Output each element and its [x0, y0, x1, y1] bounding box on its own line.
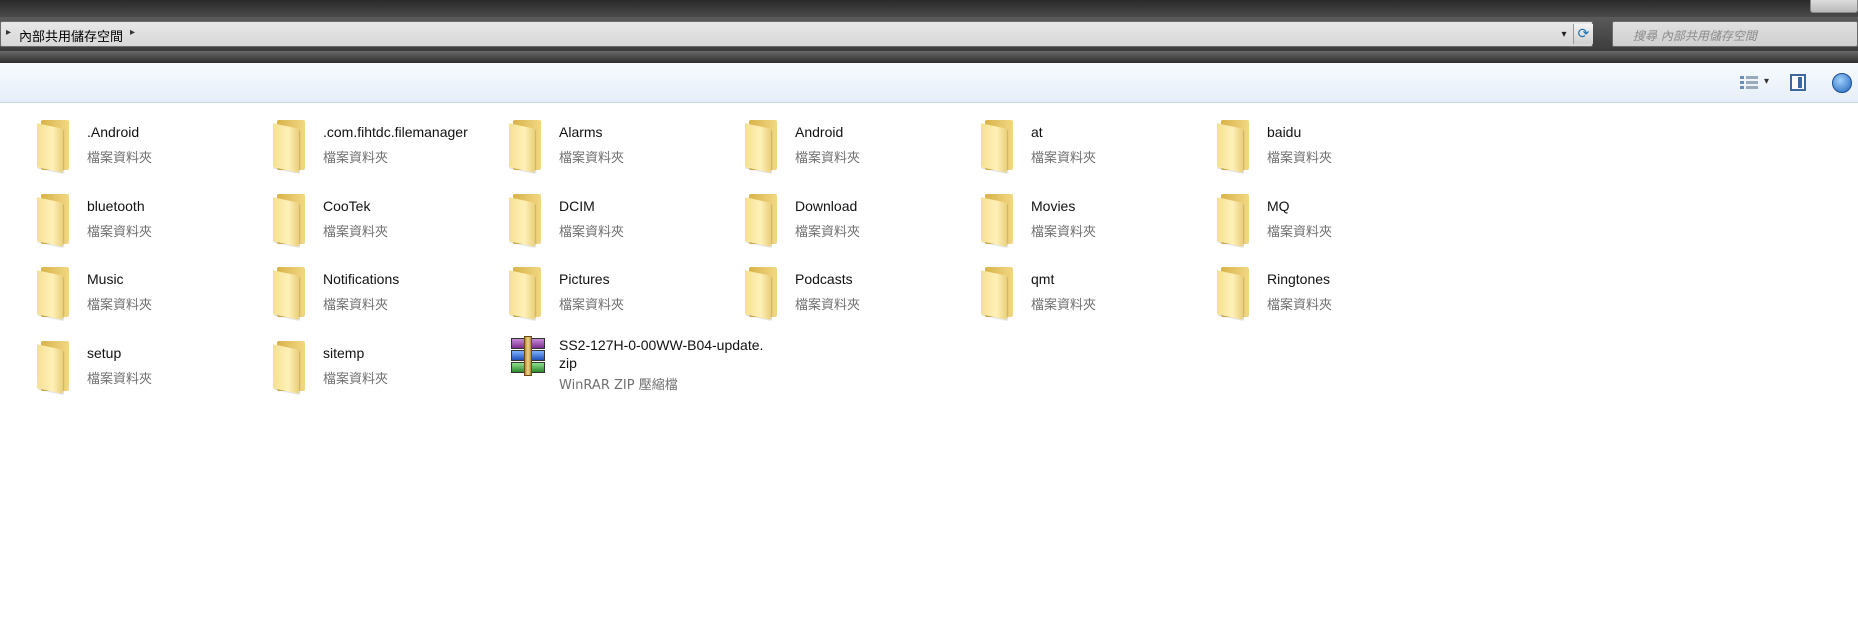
file-list: .Android 檔案資料夾 .com.fihtdc.filemanager 檔… [0, 104, 1858, 624]
item-name: Download [795, 198, 858, 214]
item-type: WinRAR ZIP 壓縮檔 [559, 378, 678, 393]
folder-icon [1217, 194, 1257, 247]
window-control-button[interactable] [1810, 0, 1858, 13]
address-row: ▸ 內部共用儲存空間 ▸ ▾ ⟳ 搜尋 內部共用儲存空間 [0, 17, 1858, 51]
item-type: 檔案資料夾 [323, 298, 389, 313]
folder-item[interactable]: baidu 檔案資料夾 [1217, 116, 1497, 180]
folder-icon [981, 120, 1021, 173]
item-type: 檔案資料夾 [795, 298, 861, 313]
folder-icon [745, 120, 785, 173]
item-name: Ringtones [1267, 271, 1331, 287]
item-name: CooTek [323, 198, 371, 214]
item-name: qmt [1031, 271, 1055, 287]
folder-icon [981, 194, 1021, 247]
item-name: at [1031, 124, 1043, 140]
item-type: 檔案資料夾 [1031, 225, 1097, 240]
archive-item[interactable]: SS2-127H-0-00WW-B04-update. zip WinRAR Z… [509, 336, 789, 406]
item-name: .Android [87, 124, 140, 140]
view-options-icon[interactable] [1740, 75, 1758, 91]
item-name: Music [87, 271, 124, 287]
view-dropdown-chevron-down-icon[interactable]: ▾ [1764, 76, 1769, 87]
folder-icon [1217, 267, 1257, 320]
item-type: 檔案資料夾 [1031, 298, 1097, 313]
refresh-icon[interactable]: ⟳ [1573, 24, 1593, 44]
item-name: Movies [1031, 198, 1076, 214]
item-name: setup [87, 345, 122, 361]
address-history-dropdown-icon[interactable]: ▾ [1556, 26, 1572, 44]
folder-icon [273, 194, 313, 247]
folder-icon [273, 341, 313, 394]
command-bar: ▾ [0, 63, 1858, 103]
item-type: 檔案資料夾 [87, 225, 153, 240]
folder-icon [37, 341, 77, 394]
winrar-archive-icon [509, 336, 549, 376]
title-bar [0, 0, 1858, 17]
item-name: Podcasts [795, 271, 853, 287]
item-name: Notifications [323, 271, 400, 287]
folder-icon [273, 120, 313, 173]
item-name: baidu [1267, 124, 1302, 140]
address-bar[interactable]: ▸ 內部共用儲存空間 ▸ ▾ ⟳ [0, 21, 1593, 47]
folder-item[interactable]: Ringtones 檔案資料夾 [1217, 263, 1497, 327]
search-input[interactable]: 搜尋 內部共用儲存空間 [1612, 21, 1858, 47]
item-type: 檔案資料夾 [87, 372, 153, 387]
item-type: 檔案資料夾 [87, 151, 153, 166]
item-type: 檔案資料夾 [795, 151, 861, 166]
folder-icon [509, 267, 549, 320]
folder-icon [37, 267, 77, 320]
item-type: 檔案資料夾 [559, 225, 625, 240]
item-name-line1: SS2-127H-0-00WW-B04-update. [559, 337, 764, 353]
folder-item[interactable]: MQ 檔案資料夾 [1217, 190, 1497, 254]
breadcrumb-root-arrow-icon[interactable]: ▸ [6, 27, 11, 38]
search-placeholder: 搜尋 內部共用儲存空間 [1633, 29, 1757, 43]
item-type: 檔案資料夾 [87, 298, 153, 313]
item-type: 檔案資料夾 [323, 372, 389, 387]
breadcrumb-current[interactable]: 內部共用儲存空間 [19, 26, 123, 45]
item-name: bluetooth [87, 198, 145, 214]
folder-icon [1217, 120, 1257, 173]
folder-icon [37, 194, 77, 247]
help-icon[interactable] [1832, 73, 1852, 93]
item-type: 檔案資料夾 [323, 151, 389, 166]
item-type: 檔案資料夾 [795, 225, 861, 240]
folder-icon [745, 267, 785, 320]
item-name: MQ [1267, 198, 1290, 214]
item-name: Android [795, 124, 844, 140]
folder-icon [509, 194, 549, 247]
item-type: 檔案資料夾 [1267, 298, 1333, 313]
item-name: Alarms [559, 124, 603, 140]
item-name-line2: zip [559, 355, 577, 371]
item-type: 檔案資料夾 [559, 151, 625, 166]
item-name: Pictures [559, 271, 610, 287]
folder-icon [273, 267, 313, 320]
item-type: 檔案資料夾 [1031, 151, 1097, 166]
divider [0, 51, 1858, 63]
item-name: .com.fihtdc.filemanager [323, 124, 468, 140]
item-name: sitemp [323, 345, 365, 361]
item-name: SS2-127H-0-00WW-B04-update. zip [559, 336, 789, 372]
item-name: DCIM [559, 198, 595, 214]
item-type: 檔案資料夾 [559, 298, 625, 313]
preview-pane-icon[interactable] [1790, 74, 1806, 91]
item-type: 檔案資料夾 [1267, 151, 1333, 166]
item-type: 檔案資料夾 [323, 225, 389, 240]
folder-icon [37, 120, 77, 173]
folder-icon [981, 267, 1021, 320]
folder-icon [509, 120, 549, 173]
item-type: 檔案資料夾 [1267, 225, 1333, 240]
folder-icon [745, 194, 785, 247]
explorer-window: ▸ 內部共用儲存空間 ▸ ▾ ⟳ 搜尋 內部共用儲存空間 ▾ .Android … [0, 0, 1858, 624]
breadcrumb-next-arrow-icon[interactable]: ▸ [130, 27, 135, 38]
